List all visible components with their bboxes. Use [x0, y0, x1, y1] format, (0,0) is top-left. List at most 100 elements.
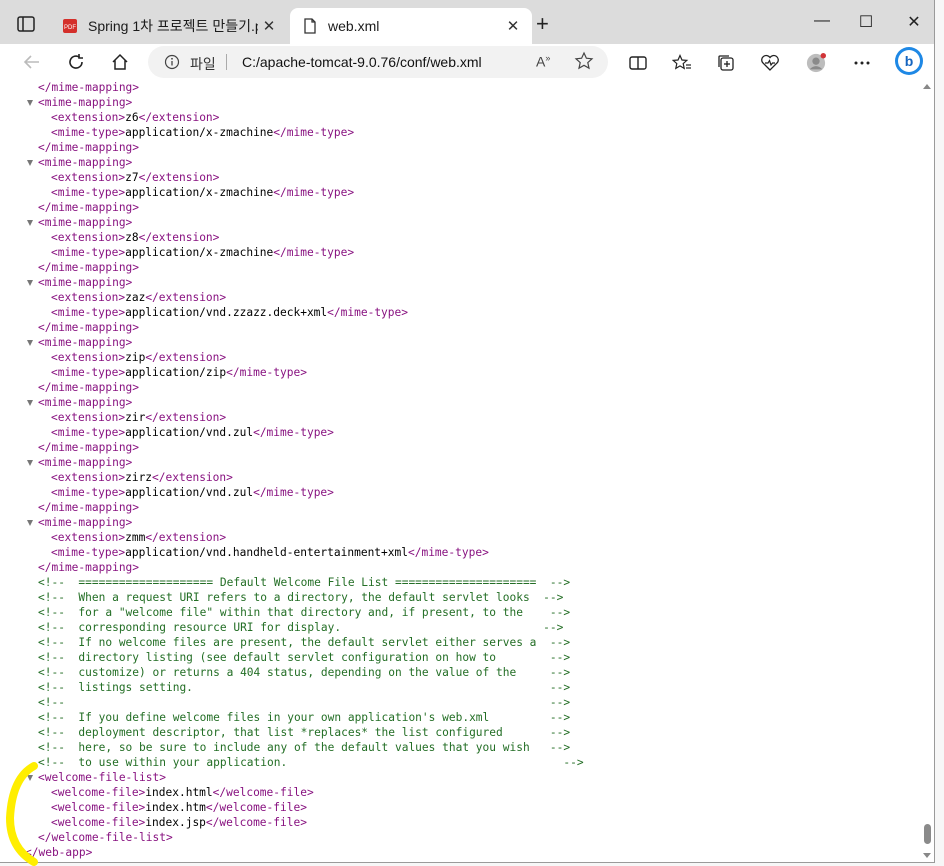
address-url[interactable]: C:/apache-tomcat-9.0.76/conf/web.xml [242, 54, 482, 70]
xml-text: application/x-zmachine [125, 186, 274, 199]
xml-tag: </mime-mapping> [38, 81, 140, 94]
xml-tag: <welcome-file> [51, 801, 146, 814]
xml-comment: <!-- listings setting. --> [38, 681, 571, 694]
info-icon[interactable] [164, 54, 180, 75]
xml-text: zmm [125, 531, 146, 544]
xml-line: <extension>zaz</extension> [51, 290, 226, 305]
xml-tag: <mime-type> [51, 546, 126, 559]
collapse-triangle-icon[interactable] [27, 460, 33, 466]
xml-comment: <!-- directory listing (see default serv… [38, 651, 571, 664]
xml-line: </mime-mapping> [38, 80, 139, 95]
new-tab-icon[interactable]: + [536, 13, 549, 35]
collections-icon[interactable] [716, 53, 736, 73]
favorite-star-icon[interactable] [574, 51, 594, 76]
collapse-triangle-icon[interactable] [27, 280, 33, 286]
collapse-triangle-icon[interactable] [27, 520, 33, 526]
xml-tag: <welcome-file-list> [38, 771, 166, 784]
profile-avatar-icon[interactable] [806, 53, 826, 73]
toolbar: 파일 C:/apache-tomcat-9.0.76/conf/web.xml … [0, 44, 934, 80]
close-window-icon[interactable]: ✕ [894, 12, 934, 32]
file-icon [302, 18, 318, 34]
xml-tag: </extension> [145, 291, 227, 304]
xml-text: zir [125, 411, 146, 424]
read-aloud-icon[interactable]: A» [536, 53, 550, 70]
xml-tag: </mime-mapping> [38, 561, 140, 574]
xml-line: <mime-mapping> [38, 215, 132, 230]
pdf-icon: PDF [62, 18, 78, 34]
more-options-icon[interactable] [852, 53, 872, 73]
xml-tag: <extension> [51, 231, 126, 244]
xml-text: index.jsp [145, 816, 206, 829]
xml-text: application/vnd.zzazz.deck+xml [125, 306, 328, 319]
xml-line: <!-- here, so be sure to include any of … [38, 740, 570, 755]
xml-comment: <!-- If you define welcome files in your… [38, 711, 571, 724]
xml-line: <mime-mapping> [38, 455, 132, 470]
vertical-scrollbar[interactable] [920, 80, 934, 862]
xml-comment: <!-- here, so be sure to include any of … [38, 741, 571, 754]
xml-tag: </mime-mapping> [38, 381, 140, 394]
xml-text: application/vnd.zul [125, 426, 254, 439]
xml-line: <mime-type>application/x-zmachine</mime-… [51, 125, 354, 140]
xml-line: <mime-mapping> [38, 95, 132, 110]
xml-tag: <extension> [51, 411, 126, 424]
close-tab-icon[interactable]: ✕ [258, 17, 280, 35]
xml-line: <mime-mapping> [38, 515, 132, 530]
tab-web-xml[interactable]: web.xml ✕ [290, 8, 532, 44]
xml-tag: </mime-type> [226, 366, 307, 379]
scroll-up-arrow-icon[interactable] [923, 84, 931, 89]
xml-line: <extension>zir</extension> [51, 410, 226, 425]
xml-line: </welcome-file-list> [38, 830, 173, 845]
collapse-triangle-icon[interactable] [27, 160, 33, 166]
home-icon[interactable] [108, 52, 132, 72]
collapse-triangle-icon[interactable] [27, 340, 33, 346]
xml-tag: </mime-type> [253, 426, 334, 439]
xml-tag: </extension> [138, 171, 220, 184]
xml-tag: </mime-mapping> [38, 141, 140, 154]
xml-tag: </mime-mapping> [38, 261, 140, 274]
tab-title: web.xml [328, 18, 380, 34]
xml-line: <welcome-file>index.html</welcome-file> [51, 785, 314, 800]
xml-tag: </mime-mapping> [38, 321, 140, 334]
scroll-down-arrow-icon[interactable] [923, 853, 931, 858]
collapse-triangle-icon[interactable] [27, 100, 33, 106]
bing-copilot-icon[interactable]: b [894, 46, 924, 76]
xml-text: z8 [125, 231, 139, 244]
favorites-icon[interactable] [672, 53, 692, 73]
xml-comment: <!-- If no welcome files are present, th… [38, 636, 571, 649]
split-screen-icon[interactable] [628, 53, 648, 73]
xml-comment: <!-- corresponding resource URI for disp… [38, 621, 564, 634]
xml-tag: </mime-type> [327, 306, 408, 319]
address-bar[interactable]: 파일 C:/apache-tomcat-9.0.76/conf/web.xml … [148, 46, 608, 78]
xml-text: zip [125, 351, 146, 364]
refresh-icon[interactable] [64, 52, 88, 72]
xml-line: <welcome-file>index.htm</welcome-file> [51, 800, 307, 815]
xml-line: <mime-type>application/vnd.zzazz.deck+xm… [51, 305, 408, 320]
xml-line: <mime-mapping> [38, 155, 132, 170]
collapse-triangle-icon[interactable] [27, 220, 33, 226]
maximize-icon[interactable]: ☐ [846, 12, 886, 32]
scrollbar-thumb[interactable] [924, 824, 931, 844]
xml-tag: <extension> [51, 351, 126, 364]
svg-text:b: b [905, 53, 914, 69]
tab-pdf[interactable]: PDF Spring 1차 프로젝트 만들기.pdf ✕ [52, 8, 288, 44]
back-icon[interactable] [20, 52, 44, 72]
xml-line: <!-- --> [38, 695, 570, 710]
xml-line: <!-- for a "welcome file" within that di… [38, 605, 570, 620]
minimize-icon[interactable]: — [802, 12, 842, 30]
xml-tag: <mime-type> [51, 306, 126, 319]
xml-tag: <mime-mapping> [38, 456, 133, 469]
xml-line: <mime-type>application/zip</mime-type> [51, 365, 307, 380]
xml-tag: </extension> [145, 531, 227, 544]
xml-line: </mime-mapping> [38, 500, 139, 515]
xml-viewer: </mime-mapping> <mime-mapping> <extension>… [0, 80, 934, 862]
close-tab-icon[interactable]: ✕ [502, 17, 524, 35]
xml-text: application/x-zmachine [125, 126, 274, 139]
xml-tag: <mime-mapping> [38, 396, 133, 409]
tab-actions-icon[interactable] [16, 14, 36, 34]
browser-essentials-icon[interactable] [760, 53, 780, 73]
xml-comment: <!-- When a request URI refers to a dire… [38, 591, 564, 604]
xml-tag: <mime-type> [51, 186, 126, 199]
xml-tag: </mime-mapping> [38, 201, 140, 214]
collapse-triangle-icon[interactable] [27, 400, 33, 406]
xml-line: <extension>zip</extension> [51, 350, 226, 365]
